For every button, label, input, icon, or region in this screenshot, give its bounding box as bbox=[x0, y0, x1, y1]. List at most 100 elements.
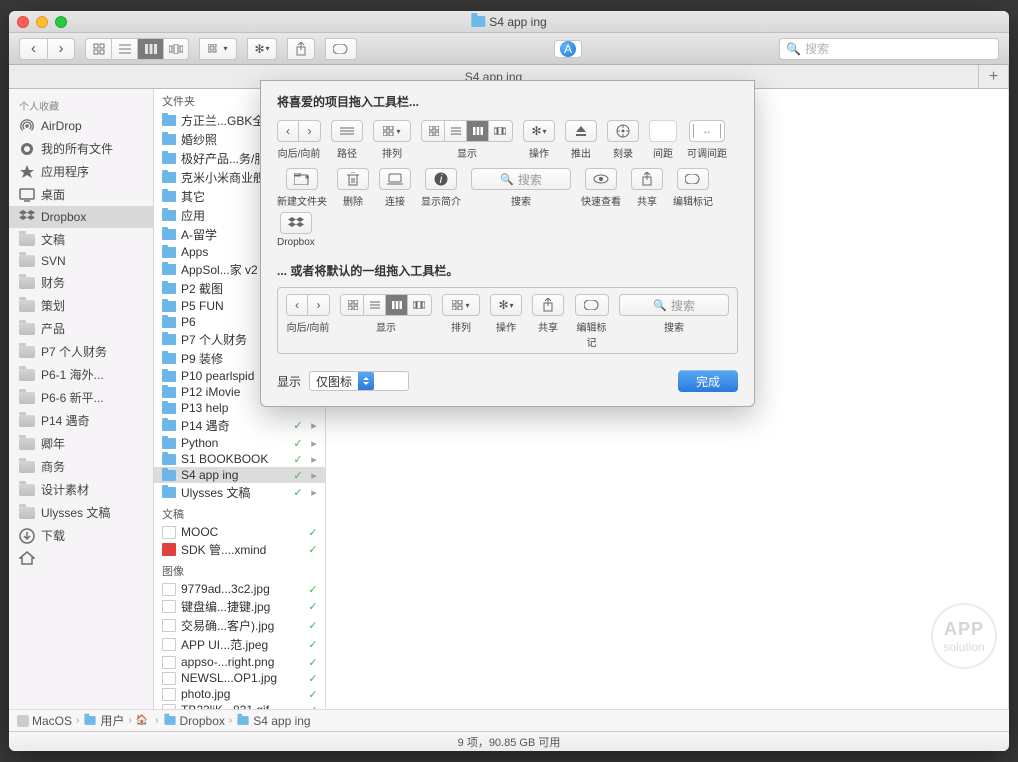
default-share[interactable]: 共享 bbox=[532, 294, 564, 334]
edit-tags-button[interactable] bbox=[325, 38, 357, 60]
file-row[interactable]: S4 app ing✓▸ bbox=[154, 467, 325, 483]
sidebar-item-0[interactable]: AirDrop bbox=[9, 115, 153, 137]
path-segment[interactable]: MacOS bbox=[17, 714, 72, 728]
palette-burn[interactable]: 刻录 bbox=[607, 120, 639, 160]
sync-icon: ✓ bbox=[307, 704, 319, 710]
folder-icon bbox=[162, 191, 176, 202]
palette-nav[interactable]: ‹›向后/向前 bbox=[277, 120, 321, 160]
action-button[interactable]: ✻▾ bbox=[247, 38, 277, 60]
sidebar-item-11[interactable]: P6-1 海外... bbox=[9, 363, 153, 386]
path-segment[interactable]: S4 app ing bbox=[236, 714, 310, 728]
arrange-button[interactable]: ▾ bbox=[199, 38, 237, 60]
file-row[interactable]: APP UI...范.jpeg✓ bbox=[154, 635, 325, 654]
sidebar-item-2[interactable]: 应用程序 bbox=[9, 160, 153, 183]
file-row[interactable]: 键盘编...捷键.jpg✓ bbox=[154, 597, 325, 616]
sidebar-item-3[interactable]: 桌面 bbox=[9, 183, 153, 206]
file-row[interactable]: Python✓▸ bbox=[154, 435, 325, 451]
file-row[interactable]: Ulysses 文稿✓▸ bbox=[154, 483, 325, 502]
palette-eject[interactable]: 推出 bbox=[565, 120, 597, 160]
sidebar-item-18[interactable]: 下载 bbox=[9, 524, 153, 547]
file-row[interactable]: TB23liK...831.gif✓ bbox=[154, 702, 325, 709]
sidebar-item-19[interactable] bbox=[9, 547, 153, 569]
svg-text:i: i bbox=[440, 172, 443, 186]
sidebar-item-8[interactable]: 策划 bbox=[9, 294, 153, 317]
sidebar-item-1[interactable]: 我的所有文件 bbox=[9, 137, 153, 160]
img-icon bbox=[162, 704, 176, 710]
close-window[interactable] bbox=[17, 16, 29, 28]
folder-icon bbox=[19, 255, 35, 267]
palette-share[interactable]: 共享 bbox=[631, 168, 663, 208]
toolbar-search[interactable]: 🔍 搜索 bbox=[779, 38, 999, 60]
file-row[interactable]: S1 BOOKBOOK✓▸ bbox=[154, 451, 325, 467]
sidebar-item-4[interactable]: Dropbox bbox=[9, 206, 153, 228]
palette-flexspace[interactable]: ↔可调间距 bbox=[687, 120, 727, 160]
sidebar-item-17[interactable]: Ulysses 文稿 bbox=[9, 501, 153, 524]
sidebar-item-13[interactable]: P14 遇奇 bbox=[9, 409, 153, 432]
sidebar-item-6[interactable]: SVN bbox=[9, 251, 153, 271]
column-view-button[interactable] bbox=[137, 38, 163, 60]
default-arrange[interactable]: ▾排列 bbox=[442, 294, 480, 334]
new-tab-button[interactable]: + bbox=[979, 65, 1009, 88]
file-row[interactable]: SDK 管....xmind✓ bbox=[154, 540, 325, 559]
coverflow-view-button[interactable] bbox=[163, 38, 189, 60]
default-nav[interactable]: ‹›向后/向前 bbox=[286, 294, 330, 334]
folder-icon bbox=[162, 115, 176, 126]
sidebar-item-10[interactable]: P7 个人财务 bbox=[9, 340, 153, 363]
file-row[interactable]: MOOC✓ bbox=[154, 524, 325, 540]
sidebar-item-14[interactable]: 卿年 bbox=[9, 432, 153, 455]
zoom-window[interactable] bbox=[55, 16, 67, 28]
palette-quicklook[interactable]: 快速查看 bbox=[581, 168, 621, 208]
sidebar-item-9[interactable]: 产品 bbox=[9, 317, 153, 340]
file-row[interactable]: appso-...right.png✓ bbox=[154, 654, 325, 670]
list-view-button[interactable] bbox=[111, 38, 137, 60]
palette-dropbox[interactable]: Dropbox bbox=[277, 212, 315, 248]
path-segment[interactable]: 用户 bbox=[83, 712, 124, 729]
chevron-right-icon: ▸ bbox=[309, 419, 319, 432]
folder-icon bbox=[162, 403, 176, 414]
default-toolbar-set[interactable]: ‹›向后/向前显示 ▾排列 ✻▾操作共享编辑标记 🔍 搜索搜索 bbox=[277, 287, 738, 354]
default-search[interactable]: 🔍 搜索搜索 bbox=[619, 294, 729, 334]
sidebar-item-12[interactable]: P6-6 新平... bbox=[9, 386, 153, 409]
path-segment[interactable]: Dropbox bbox=[163, 714, 225, 728]
palette-space[interactable]: 间距 bbox=[649, 120, 677, 160]
sidebar-item-16[interactable]: 设计素材 bbox=[9, 478, 153, 501]
share-button[interactable] bbox=[287, 38, 315, 60]
minimize-window[interactable] bbox=[36, 16, 48, 28]
forward-button[interactable]: › bbox=[47, 38, 75, 60]
palette-tags[interactable]: 编辑标记 bbox=[673, 168, 713, 208]
back-button[interactable]: ‹ bbox=[19, 38, 47, 60]
default-action[interactable]: ✻▾操作 bbox=[490, 294, 522, 334]
palette-view[interactable]: 显示 bbox=[421, 120, 513, 160]
file-row[interactable]: NEWSL...OP1.jpg✓ bbox=[154, 670, 325, 686]
icon-view-button[interactable] bbox=[85, 38, 111, 60]
palette-path[interactable]: 路径 bbox=[331, 120, 363, 160]
folder-icon bbox=[19, 300, 35, 312]
sidebar-item-7[interactable]: 财务 bbox=[9, 271, 153, 294]
show-mode-select[interactable]: 仅图标 bbox=[309, 371, 409, 391]
folder-icon bbox=[162, 470, 176, 481]
palette-arrange[interactable]: ▾排列 bbox=[373, 120, 411, 160]
sidebar-item-5[interactable]: 文稿 bbox=[9, 228, 153, 251]
file-row[interactable]: photo.jpg✓ bbox=[154, 686, 325, 702]
file-row[interactable]: 交易确...客户).jpg✓ bbox=[154, 616, 325, 635]
appstore-button[interactable]: A bbox=[554, 40, 582, 58]
palette-search[interactable]: 🔍 搜索搜索 bbox=[471, 168, 571, 208]
default-tags[interactable]: 编辑标记 bbox=[574, 294, 609, 349]
file-row[interactable]: 9779ad...3c2.jpg✓ bbox=[154, 581, 325, 597]
sidebar-item-15[interactable]: 商务 bbox=[9, 455, 153, 478]
titlebar: S4 app ing bbox=[9, 11, 1009, 33]
folder-icon bbox=[19, 415, 35, 427]
folder-icon bbox=[19, 323, 35, 335]
palette-newfolder[interactable]: 新建文件夹 bbox=[277, 168, 327, 208]
palette-action[interactable]: ✻▾操作 bbox=[523, 120, 555, 160]
palette-connect[interactable]: 连接 bbox=[379, 168, 411, 208]
palette-delete[interactable]: 删除 bbox=[337, 168, 369, 208]
palette-info[interactable]: i显示简介 bbox=[421, 168, 461, 208]
column-section-header: 文稿 bbox=[154, 502, 325, 524]
path-segment[interactable]: 🏠 bbox=[136, 715, 151, 726]
file-row[interactable]: P14 遇奇✓▸ bbox=[154, 416, 325, 435]
sheet-title: 将喜爱的项目拖入工具栏... bbox=[277, 91, 738, 120]
done-button[interactable]: 完成 bbox=[678, 370, 738, 392]
folder-icon bbox=[162, 134, 176, 145]
default-view[interactable]: 显示 bbox=[340, 294, 432, 334]
